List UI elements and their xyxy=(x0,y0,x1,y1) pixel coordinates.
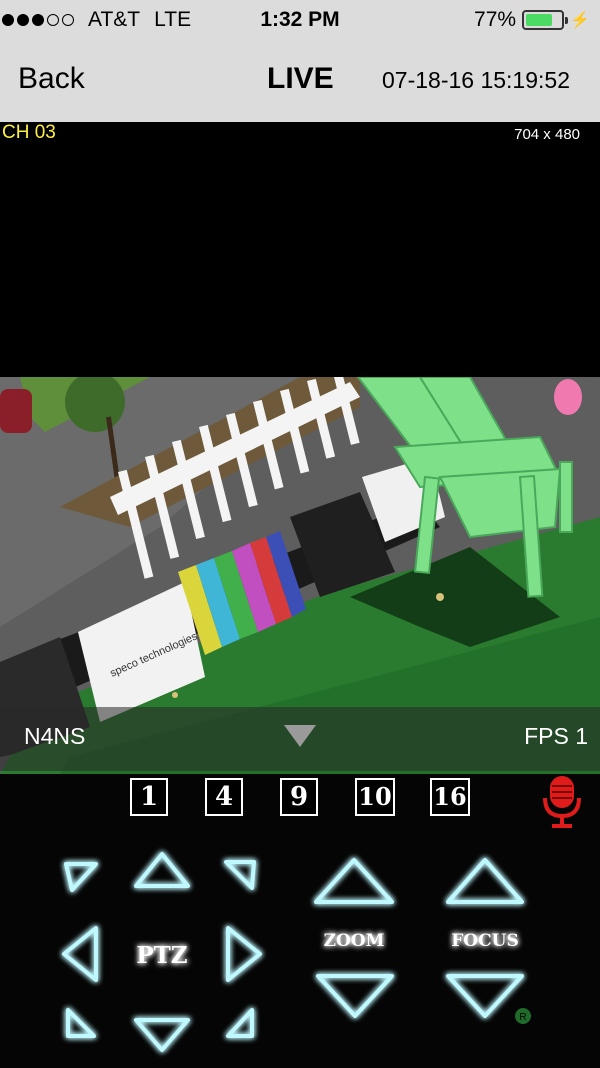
camera-name: N4NS xyxy=(24,723,86,749)
expand-arrow-icon[interactable] xyxy=(284,725,316,747)
pan-down-left-icon[interactable] xyxy=(66,1008,96,1038)
pan-right-icon[interactable] xyxy=(226,926,262,982)
zoom-label: ZOOM xyxy=(324,931,385,951)
pan-up-left-icon[interactable] xyxy=(64,862,98,892)
status-bar: AT&T LTE 1:32 PM 77% ⚡ xyxy=(0,0,600,40)
navigation-bar: Back LIVE 07-18-16 15:19:52 xyxy=(0,40,600,122)
channel-label: CH 03 xyxy=(2,122,56,143)
focus-near-icon[interactable] xyxy=(446,858,524,904)
status-right: 77% ⚡ xyxy=(474,8,590,32)
resolution-label: 704 x 480 xyxy=(514,126,580,143)
pan-left-icon[interactable] xyxy=(62,926,98,982)
live-video-view[interactable]: CH 03 704 x 480 speco technologies N4NS … xyxy=(0,122,600,774)
battery-icon xyxy=(522,10,569,30)
zoom-out-icon[interactable] xyxy=(316,974,394,1018)
charging-bolt-icon: ⚡ xyxy=(570,12,590,29)
pan-down-icon[interactable] xyxy=(134,1018,190,1052)
ptz-control-panel: 1 4 9 10 16 PTZ ZOOM FOCUS R xyxy=(0,774,600,1068)
back-button[interactable]: Back xyxy=(18,62,85,96)
zoom-in-icon[interactable] xyxy=(314,858,394,904)
live-datetime: 07-18-16 15:19:52 xyxy=(382,67,570,93)
parked-car xyxy=(0,389,32,433)
reset-badge-label: R xyxy=(519,1012,526,1023)
ptz-label: PTZ xyxy=(136,942,187,969)
pan-up-icon[interactable] xyxy=(134,852,190,888)
pan-down-right-icon[interactable] xyxy=(226,1008,254,1038)
fps-label: FPS 1 xyxy=(524,723,588,749)
focus-label: FOCUS xyxy=(451,931,519,951)
focus-far-icon[interactable] xyxy=(446,974,524,1018)
pan-up-right-icon[interactable] xyxy=(224,860,256,890)
page-title: LIVE xyxy=(267,62,334,95)
battery-percent: 77% xyxy=(474,8,517,31)
video-overlay-bar: N4NS FPS 1 xyxy=(0,707,600,771)
